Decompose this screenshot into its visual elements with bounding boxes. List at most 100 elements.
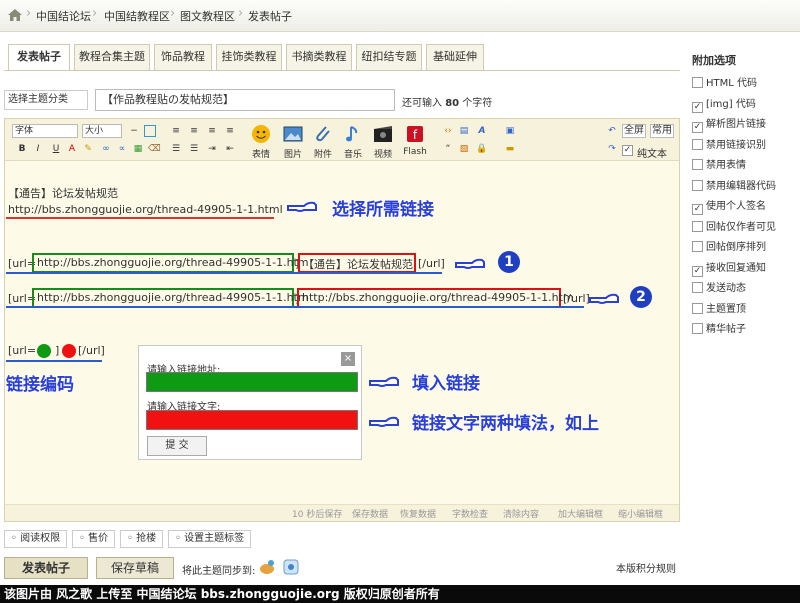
- align-right-icon[interactable]: ≡: [206, 125, 218, 137]
- credit-rules-link[interactable]: 本版积分规则: [616, 560, 676, 575]
- option-item[interactable]: ✓ 接收回复通知: [692, 259, 766, 277]
- word-count-link[interactable]: 字数检查: [452, 507, 488, 520]
- video-icon[interactable]: [372, 124, 394, 144]
- tab-basics[interactable]: 基础延伸: [426, 44, 484, 70]
- option-item[interactable]: 回帖仅作者可见: [692, 218, 776, 233]
- shrink-editor-link[interactable]: 缩小编辑框: [618, 507, 663, 520]
- folder-icon[interactable]: ▬: [504, 143, 516, 155]
- highlight-icon[interactable]: ✎: [82, 143, 94, 155]
- code-tag-open: [url=: [8, 344, 37, 357]
- set-tags-button[interactable]: ◦ 设置主题标签: [168, 530, 252, 548]
- indent-icon[interactable]: ⇥: [206, 143, 218, 155]
- enlarge-editor-link[interactable]: 加大编辑框: [558, 507, 603, 520]
- pointing-hand-icon: [369, 376, 399, 387]
- font-color-icon[interactable]: A: [66, 143, 78, 155]
- option-checkbox[interactable]: ✓: [692, 265, 703, 277]
- italic-icon[interactable]: I: [32, 143, 44, 155]
- option-item[interactable]: 禁用编辑器代码: [692, 177, 776, 192]
- tab-post[interactable]: 发表帖子: [8, 44, 70, 71]
- minus-icon[interactable]: −: [128, 125, 140, 137]
- option-item[interactable]: 精华帖子: [692, 320, 746, 335]
- link-text-input[interactable]: [146, 410, 358, 430]
- option-checkbox[interactable]: [692, 241, 703, 252]
- emoticon-icon[interactable]: [250, 124, 272, 144]
- underline-icon[interactable]: U: [50, 143, 62, 155]
- fullscreen-button[interactable]: 全屏: [622, 124, 646, 138]
- price-button[interactable]: ◦ 售价: [72, 530, 116, 548]
- clear-format-icon[interactable]: ⌫: [148, 143, 161, 155]
- lock-icon[interactable]: 🔒: [476, 143, 488, 155]
- outdent-icon[interactable]: ⇤: [224, 143, 236, 155]
- table-insert-icon[interactable]: ▤: [458, 125, 470, 137]
- option-checkbox[interactable]: [692, 77, 703, 88]
- option-checkbox[interactable]: [692, 323, 703, 334]
- subject-input[interactable]: 【作品教程贴の发帖规范】: [95, 89, 395, 111]
- option-checkbox[interactable]: [692, 138, 703, 150]
- unordered-list-icon[interactable]: ☰: [188, 143, 200, 155]
- size-select[interactable]: 大小: [82, 124, 122, 138]
- breadcrumb-item[interactable]: 图文教程区: [180, 8, 235, 24]
- redo-icon[interactable]: ↷: [606, 143, 618, 155]
- box-icon[interactable]: [144, 125, 156, 137]
- breadcrumb-item[interactable]: 中国结教程区: [104, 8, 170, 24]
- font-style-icon[interactable]: A: [476, 125, 488, 137]
- unlink-icon[interactable]: ∝: [116, 143, 128, 155]
- option-checkbox[interactable]: [692, 220, 703, 232]
- option-checkbox[interactable]: ✓: [692, 122, 703, 133]
- option-checkbox[interactable]: [692, 282, 703, 293]
- common-button[interactable]: 常用: [650, 124, 674, 138]
- option-item[interactable]: HTML 代码: [692, 74, 757, 89]
- breadcrumb-item[interactable]: 中国结论坛: [36, 8, 91, 24]
- save-draft-button[interactable]: 保存草稿: [96, 557, 174, 579]
- flash-icon[interactable]: f: [404, 124, 426, 144]
- option-checkbox[interactable]: [692, 179, 703, 191]
- option-item[interactable]: ✓ [img] 代码: [692, 95, 756, 113]
- option-item[interactable]: 禁用链接识别: [692, 136, 766, 151]
- qq-sync-icon[interactable]: [282, 558, 300, 576]
- quote-icon[interactable]: “: [442, 143, 454, 155]
- image-icon[interactable]: [282, 124, 304, 144]
- table-icon[interactable]: ▦: [132, 143, 144, 155]
- submit-button[interactable]: 提 交: [147, 436, 207, 456]
- tab-bookmarks[interactable]: 书摘类教程: [286, 44, 352, 70]
- post-button[interactable]: 发表帖子: [4, 557, 88, 579]
- option-item[interactable]: ✓ 解析图片链接: [692, 115, 766, 133]
- topic-type-select[interactable]: 选择主题分类: [4, 90, 88, 110]
- option-item[interactable]: 禁用表情: [692, 156, 746, 171]
- tab-button-knot[interactable]: 纽扣结专题: [356, 44, 422, 70]
- tab-tutorial-collection[interactable]: 教程合集主题: [74, 44, 150, 70]
- ordered-list-icon[interactable]: ☰: [170, 143, 182, 155]
- align-left-icon[interactable]: ≡: [170, 125, 182, 137]
- option-item[interactable]: 回帖倒序排列: [692, 238, 766, 253]
- tab-accessories[interactable]: 饰品教程: [154, 44, 212, 70]
- option-item[interactable]: ✓ 使用个人签名: [692, 197, 766, 215]
- code-icon[interactable]: ‹›: [442, 125, 454, 137]
- music-icon[interactable]: [342, 124, 364, 144]
- option-checkbox[interactable]: ✓: [692, 101, 703, 113]
- read-permission-button[interactable]: ◦ 阅读权限: [4, 530, 68, 548]
- option-checkbox[interactable]: [692, 302, 703, 314]
- link-url-input[interactable]: [146, 372, 358, 392]
- floor-grab-button[interactable]: ◦ 抢楼: [120, 530, 164, 548]
- option-checkbox[interactable]: ✓: [692, 204, 703, 215]
- clear-content-link[interactable]: 清除内容: [503, 507, 539, 520]
- option-item[interactable]: 主题置顶: [692, 300, 746, 315]
- save-data-link[interactable]: 保存数据: [352, 507, 388, 520]
- hide-icon[interactable]: ▧: [458, 143, 470, 155]
- justify-icon[interactable]: ≡: [224, 125, 236, 137]
- home-icon[interactable]: [6, 6, 24, 24]
- align-center-icon[interactable]: ≡: [188, 125, 200, 137]
- restore-data-link[interactable]: 恢复数据: [400, 507, 436, 520]
- tab-pendants[interactable]: 挂饰类教程: [216, 44, 282, 70]
- option-item[interactable]: 发送动态: [692, 279, 746, 294]
- option-checkbox[interactable]: [692, 159, 703, 170]
- plain-text-checkbox[interactable]: ✓: [622, 145, 633, 156]
- template-icon[interactable]: ▣: [504, 125, 516, 137]
- undo-icon[interactable]: ↶: [606, 125, 618, 137]
- attachment-icon[interactable]: [312, 124, 334, 144]
- close-icon[interactable]: ×: [341, 352, 355, 366]
- bold-icon[interactable]: B: [16, 143, 28, 155]
- font-select[interactable]: 字体: [12, 124, 78, 138]
- link-icon[interactable]: ∞: [100, 143, 112, 155]
- weibo-sync-icon[interactable]: [258, 558, 276, 576]
